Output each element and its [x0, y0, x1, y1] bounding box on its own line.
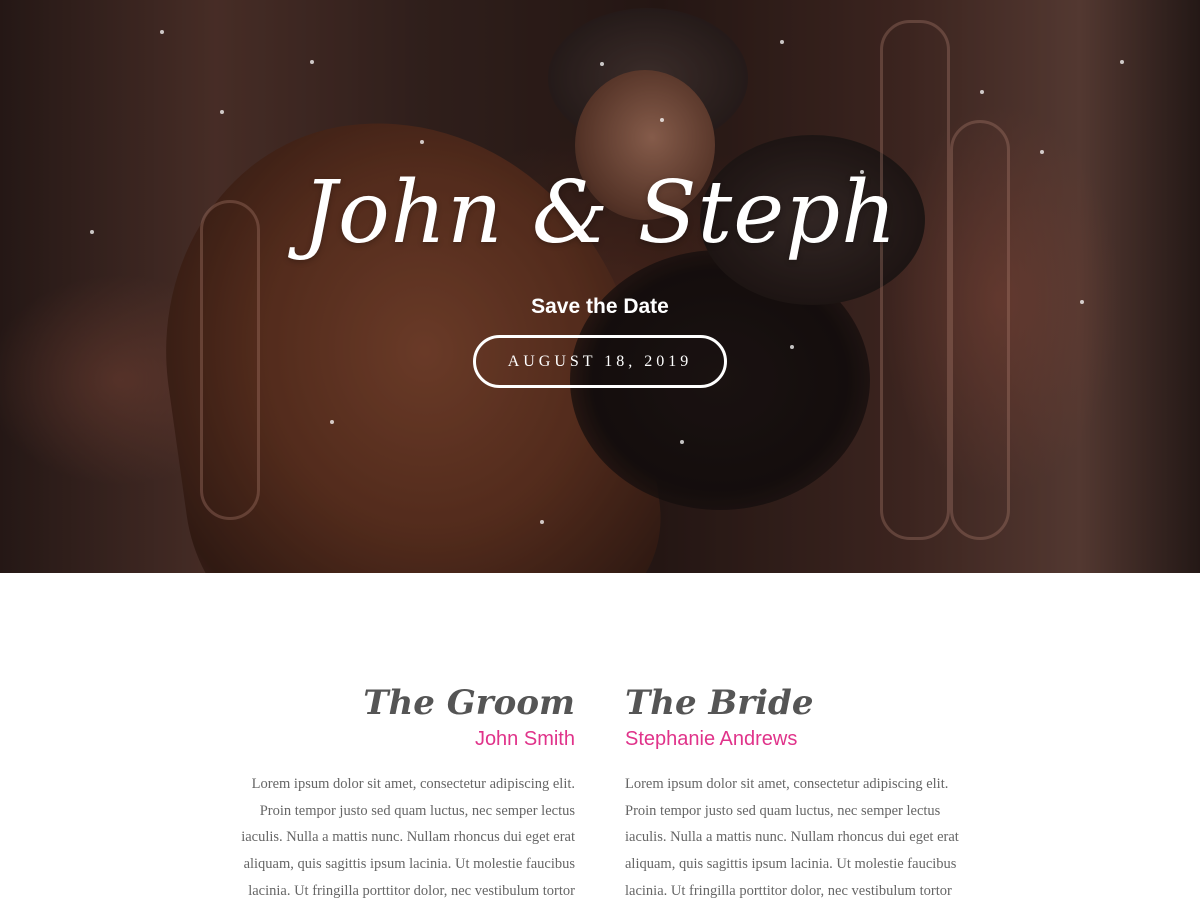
snowflake	[600, 62, 604, 66]
snowflake	[540, 520, 544, 524]
wedding-date-button[interactable]: AUGUST 18, 2019	[473, 335, 727, 388]
snowflake	[1040, 150, 1044, 154]
snowflake	[660, 118, 664, 122]
hero-title: John & Steph	[302, 163, 898, 263]
hero-section: John & Steph Save the Date AUGUST 18, 20…	[0, 0, 1200, 573]
bride-heading: The Bride	[625, 683, 814, 723]
groom-bio-line: lacinia. Ut fringilla porttitor dolor, n…	[248, 882, 575, 899]
bride-bio-line: aliquam, quis sagittis ipsum lacinia. Ut…	[625, 856, 957, 873]
snowflake	[1120, 60, 1124, 64]
groom-heading: The Groom	[363, 683, 575, 723]
hero-overlay	[0, 0, 1200, 573]
groom-name: John Smith	[474, 728, 575, 750]
snowflake	[310, 60, 314, 64]
snowflake	[680, 440, 684, 444]
groom-bio-line: aliquam, quis sagittis ipsum lacinia. Ut…	[243, 856, 575, 873]
groom-bio: Lorem ipsum dolor sit amet, consectetur …	[225, 771, 575, 905]
snowflake	[420, 140, 424, 144]
bride-bio-line: iaculis. Nulla a mattis nunc. Nullam rho…	[625, 829, 959, 846]
groom-bio-line: Proin tempor justo sed quam luctus, nec …	[259, 802, 575, 819]
snowflake	[790, 345, 794, 349]
bride-bio-line: lacinia. Ut fringilla porttitor dolor, n…	[625, 882, 952, 899]
snowflake	[330, 420, 334, 424]
bride-bio-line: Lorem ipsum dolor sit amet, consectetur …	[625, 776, 949, 792]
snowflake	[780, 40, 784, 44]
hero-subtitle: Save the Date	[531, 295, 669, 318]
snowflake	[160, 30, 164, 34]
groom-bio-line: iaculis. Nulla a mattis nunc. Nullam rho…	[241, 829, 575, 846]
bride-name: Stephanie Andrews	[625, 728, 798, 750]
bride-bio: Lorem ipsum dolor sit amet, consectetur …	[625, 771, 975, 905]
bride-bio-line: Proin tempor justo sed quam luctus, nec …	[625, 802, 941, 819]
snowflake	[980, 90, 984, 94]
snowflake	[220, 110, 224, 114]
groom-bio-line: Lorem ipsum dolor sit amet, consectetur …	[251, 776, 575, 792]
